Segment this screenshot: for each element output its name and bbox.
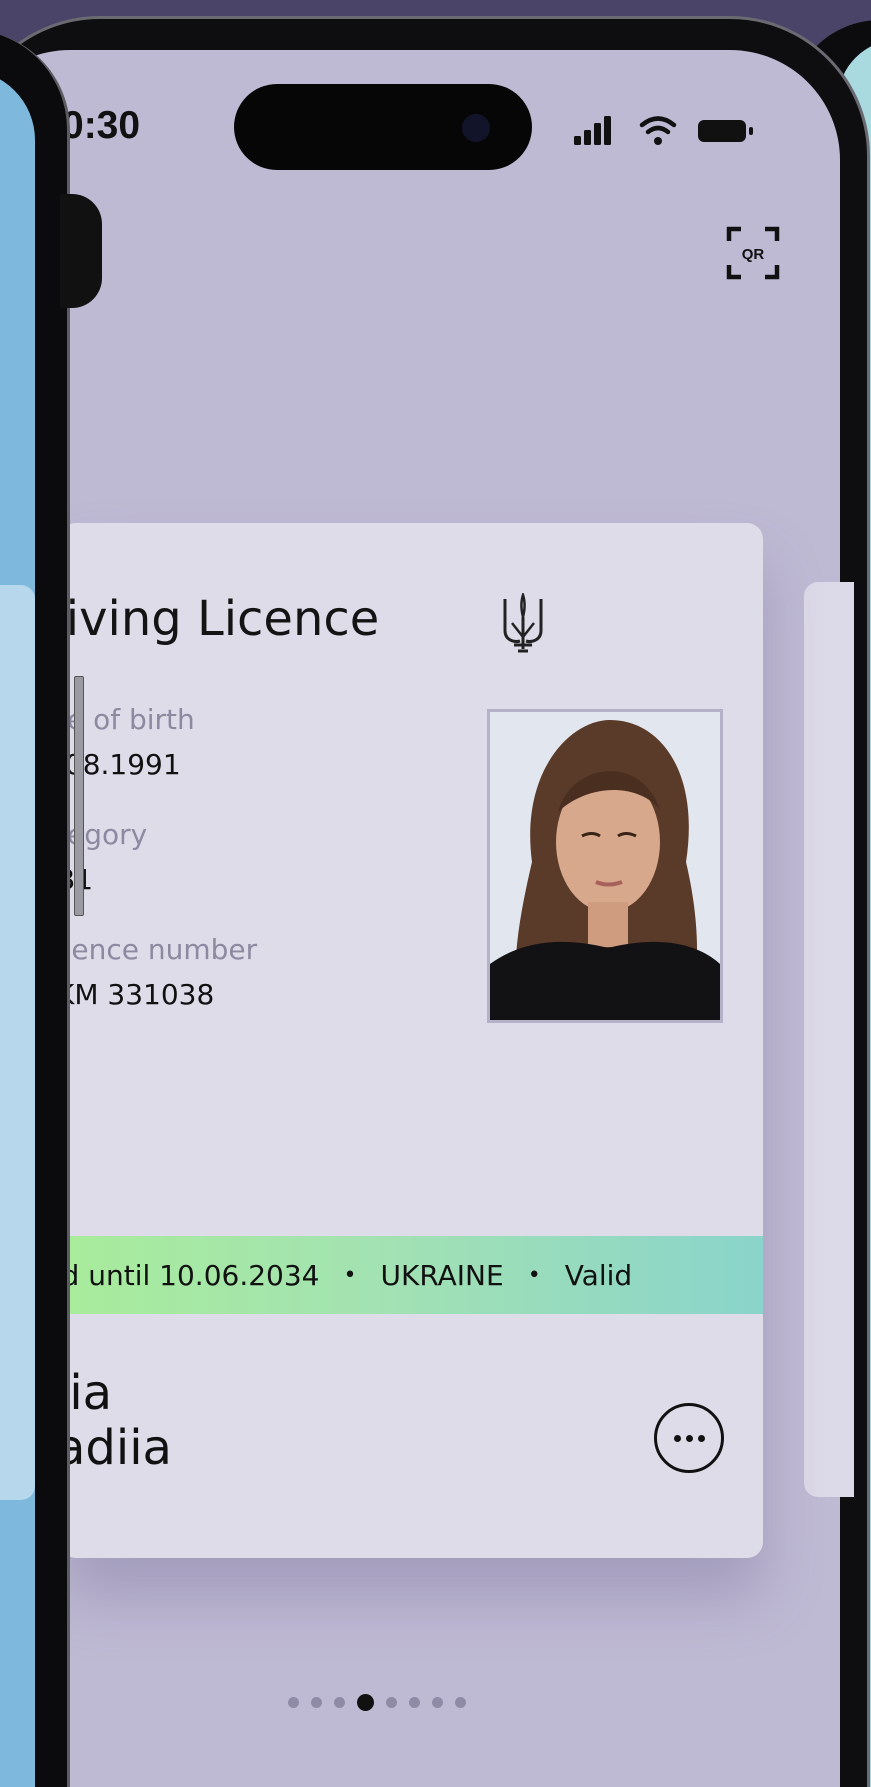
- portrait-photo: [487, 709, 723, 1023]
- next-document-card[interactable]: [804, 582, 854, 1497]
- front-camera: [462, 114, 490, 142]
- ticker-country: UKRAINE: [380, 1258, 504, 1292]
- page-dot-active[interactable]: [357, 1694, 374, 1711]
- previous-document-card[interactable]: [0, 585, 35, 1500]
- page-dot[interactable]: [288, 1697, 299, 1708]
- status-time: 0:30: [62, 104, 141, 147]
- qr-scan-button[interactable]: QR: [725, 225, 781, 281]
- battery-icon: [698, 120, 753, 142]
- ticker-validity-repeat: Valid: [564, 1258, 633, 1292]
- trident-icon: [503, 593, 543, 653]
- card-title: riving Licence: [60, 591, 380, 647]
- qr-label: QR: [742, 246, 765, 263]
- more-options-button[interactable]: [654, 1403, 724, 1473]
- page-dot[interactable]: [455, 1697, 466, 1708]
- page-dot[interactable]: [409, 1697, 420, 1708]
- left-phone-bump: [60, 194, 102, 308]
- page-dot[interactable]: [334, 1697, 345, 1708]
- driving-licence-card[interactable]: riving Licence te of birth .08.1991 tego…: [60, 523, 763, 1558]
- status-icons: [574, 116, 753, 145]
- field-label-licence-number: cence number: [60, 933, 258, 966]
- signal-icon: [574, 116, 611, 145]
- validity-ticker: lid until 10.06.2034 • UKRAINE • Valid: [60, 1236, 763, 1314]
- page-dot[interactable]: [311, 1697, 322, 1708]
- page-indicator[interactable]: [288, 1694, 466, 1711]
- left-phone-side-button: [74, 676, 84, 916]
- phone-mockup-scene: 0:30 QR riving Licence te of birth .08.1…: [0, 0, 871, 1787]
- ticker-separator: •: [527, 1262, 541, 1288]
- page-dot[interactable]: [432, 1697, 443, 1708]
- page-dot[interactable]: [386, 1697, 397, 1708]
- more-options-icon: [673, 1434, 705, 1442]
- wifi-icon: [639, 116, 677, 145]
- ticker-validity: lid until 10.06.2034: [60, 1258, 320, 1292]
- ticker-separator: •: [343, 1262, 357, 1288]
- field-value-licence-number: KM 331038: [60, 978, 215, 1011]
- holder-given-name: adiia: [60, 1420, 172, 1476]
